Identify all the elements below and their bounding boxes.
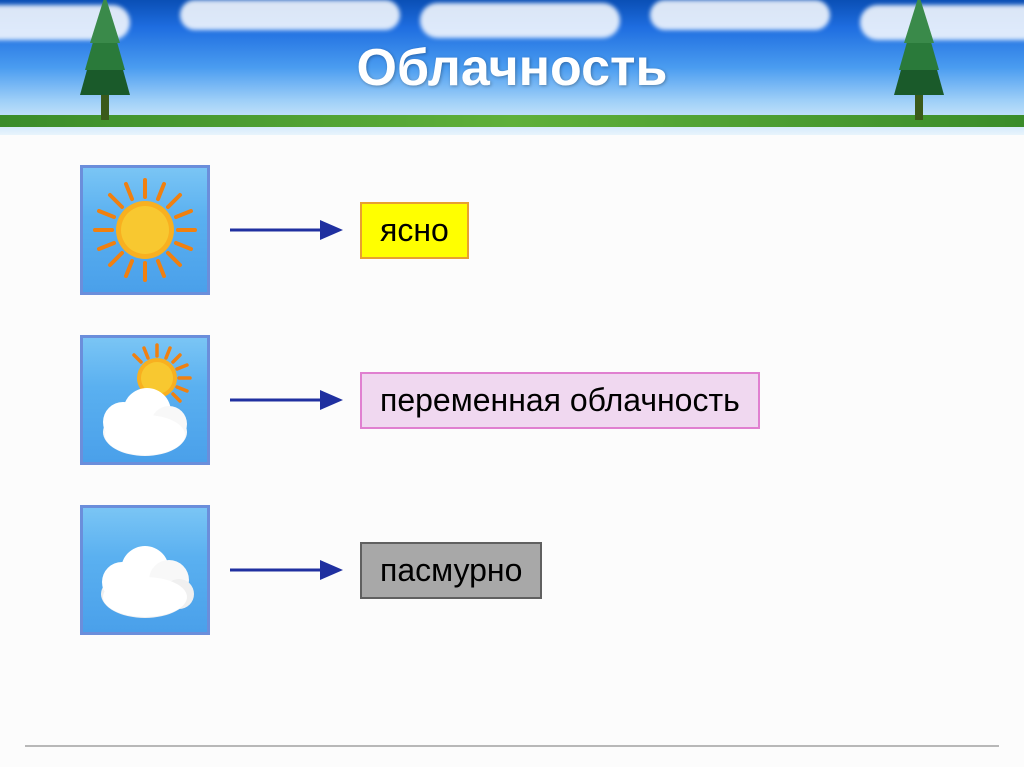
arrow-icon [220,385,350,415]
weather-row-partly-cloudy: переменная облачность [80,335,964,465]
diagram-content: ясно [0,135,1024,705]
slide-header: Облачность [0,0,1024,135]
ground-decoration [0,115,1024,127]
label-partly-cloudy: переменная облачность [360,372,760,429]
sun-icon [80,165,210,295]
tree-icon [879,0,959,125]
page-title: Облачность [357,38,668,98]
partly-cloudy-icon [80,335,210,465]
label-overcast: пасмурно [360,542,542,599]
label-clear: ясно [360,202,469,259]
footer-divider [25,745,999,747]
weather-row-clear: ясно [80,165,964,295]
arrow-icon [220,215,350,245]
cloudy-icon [80,505,210,635]
weather-row-overcast: пасмурно [80,505,964,635]
arrow-icon [220,555,350,585]
tree-icon [65,0,145,125]
